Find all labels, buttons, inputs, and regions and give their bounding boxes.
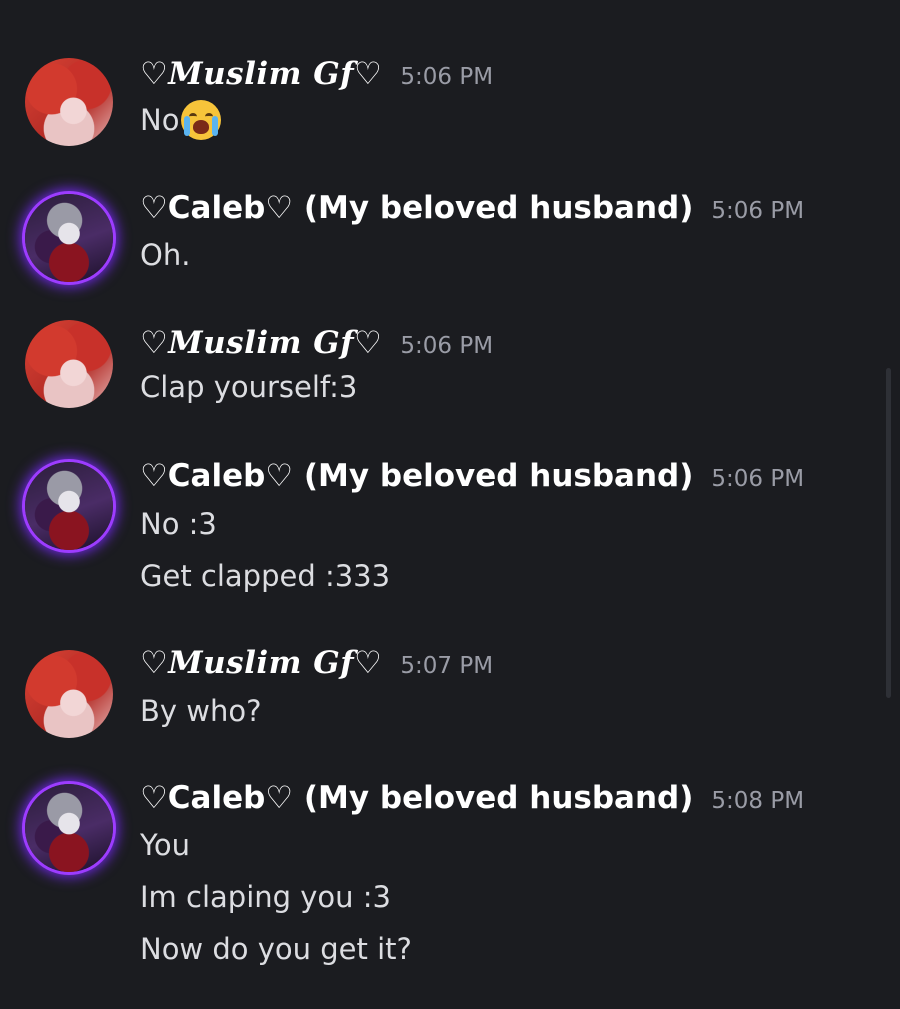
message-header: ♡𝑴𝒖𝒔𝒍𝒊𝒎 𝑮𝒇♡ 5:06 PM <box>140 325 493 361</box>
username[interactable]: ♡𝑴𝒖𝒔𝒍𝒊𝒎 𝑮𝒇♡ <box>140 645 382 681</box>
message-text: Now do you get it? <box>140 932 412 966</box>
message-text: No <box>140 100 222 140</box>
message-header: ♡Caleb♡ (My beloved husband) 5:06 PM <box>140 458 804 494</box>
loudly-crying-face-icon <box>181 100 222 140</box>
message-header: ♡𝑴𝒖𝒔𝒍𝒊𝒎 𝑮𝒇♡ 5:06 PM <box>140 56 493 92</box>
message-line: No :3 <box>140 507 217 541</box>
timestamp: 5:06 PM <box>400 64 494 90</box>
message-text: Clap yourself:3 <box>140 370 357 404</box>
avatar-caleb[interactable] <box>25 194 113 282</box>
username[interactable]: ♡𝑴𝒖𝒔𝒍𝒊𝒎 𝑮𝒇♡ <box>140 56 382 92</box>
timestamp: 5:08 PM <box>711 788 805 814</box>
message-text: Im claping you :3 <box>140 880 391 914</box>
message-header: ♡Caleb♡ (My beloved husband) 5:06 PM <box>140 190 804 226</box>
timestamp: 5:06 PM <box>711 198 805 224</box>
message-text: By who? <box>140 694 262 728</box>
message-line: Get clapped :333 <box>140 559 391 593</box>
message-line: No <box>140 103 180 137</box>
message-line: Now do you get it? <box>140 932 412 966</box>
message-header: ♡𝑴𝒖𝒔𝒍𝒊𝒎 𝑮𝒇♡ 5:07 PM <box>140 645 493 681</box>
message-line: Im claping you :3 <box>140 880 391 914</box>
username[interactable]: ♡Caleb♡ (My beloved husband) <box>140 458 693 494</box>
timestamp: 5:06 PM <box>711 466 805 492</box>
username[interactable]: ♡Caleb♡ (My beloved husband) <box>140 190 693 226</box>
message-line: Clap yourself:3 <box>140 370 358 404</box>
username[interactable]: ♡Caleb♡ (My beloved husband) <box>140 780 693 816</box>
avatar-muslim-gf[interactable] <box>25 320 113 408</box>
message-line: Oh. <box>140 238 191 272</box>
scrollbar[interactable] <box>886 368 891 698</box>
timestamp: 5:06 PM <box>400 333 494 359</box>
timestamp: 5:07 PM <box>400 653 494 679</box>
message-text: You <box>140 828 190 862</box>
message-text: No :3 <box>140 507 217 541</box>
avatar-muslim-gf[interactable] <box>25 58 113 146</box>
avatar-caleb[interactable] <box>25 784 113 872</box>
message-line: By who? <box>140 694 262 728</box>
message-text: Oh. <box>140 238 190 272</box>
message-text: Get clapped :333 <box>140 559 390 593</box>
message-header: ♡Caleb♡ (My beloved husband) 5:08 PM <box>140 780 804 816</box>
avatar-caleb[interactable] <box>25 462 113 550</box>
username[interactable]: ♡𝑴𝒖𝒔𝒍𝒊𝒎 𝑮𝒇♡ <box>140 325 382 361</box>
message-line: You <box>140 828 190 862</box>
avatar-muslim-gf[interactable] <box>25 650 113 738</box>
chat-message-list: ♡𝑴𝒖𝒔𝒍𝒊𝒎 𝑮𝒇♡ 5:06 PM No ♡Caleb♡ (My belov… <box>0 0 900 1009</box>
